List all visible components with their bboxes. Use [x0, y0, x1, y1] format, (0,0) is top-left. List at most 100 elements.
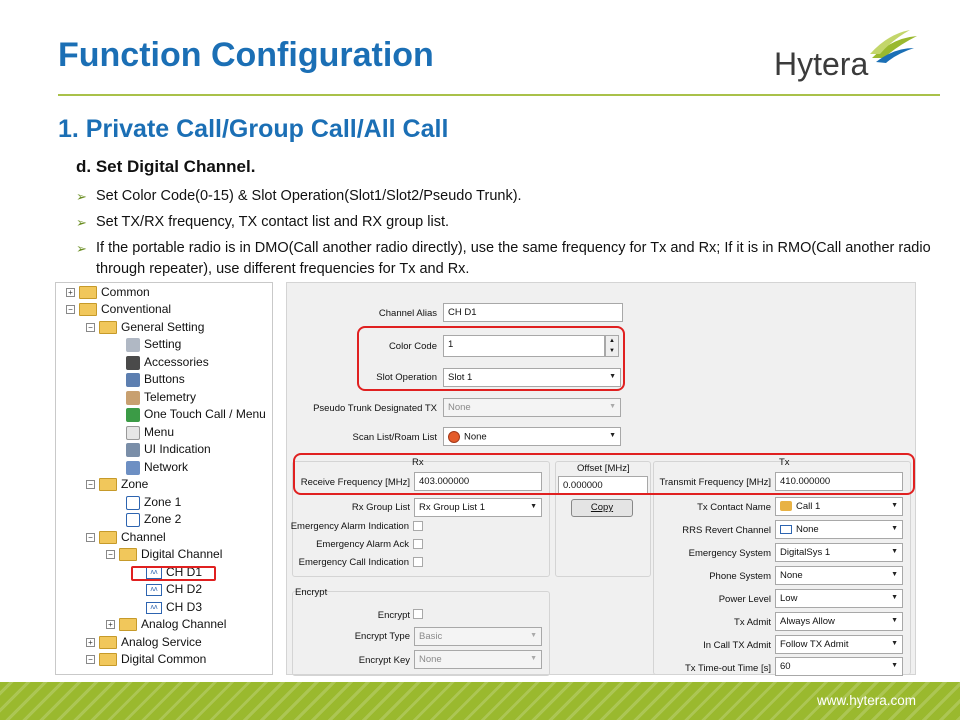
collapse-icon[interactable]: − [86, 533, 95, 542]
phone-system-select[interactable]: None [775, 566, 903, 585]
bullet-item: ➢ Set TX/RX frequency, TX contact list an… [76, 212, 936, 233]
phone-system-label: Phone System [709, 571, 771, 582]
tree-item-label: Zone 2 [144, 512, 182, 526]
buttons-icon [126, 372, 140, 387]
tree-item-buttons[interactable]: Buttons [126, 371, 185, 388]
telemetry-icon [126, 390, 140, 405]
network-icon [126, 460, 140, 475]
collapse-icon[interactable]: − [86, 655, 95, 664]
encrypt-checkbox[interactable] [413, 609, 423, 619]
tree-item-zone-1[interactable]: Zone 1 [126, 494, 181, 511]
emergency-system-label: Emergency System [688, 548, 771, 559]
tree-item-setting[interactable]: Setting [126, 336, 181, 353]
tx-admit-select[interactable]: Always Allow [775, 612, 903, 631]
arrow-bullet-icon: ➢ [76, 241, 87, 256]
expand-icon[interactable]: + [106, 620, 115, 629]
tree-item-label: Analog Service [121, 635, 202, 649]
scan-list-select[interactable]: None [443, 427, 621, 446]
tree-item-ch-d3[interactable]: ᴧᴧ CH D3 [146, 599, 202, 616]
folder-icon [99, 321, 117, 334]
header-divider [58, 94, 940, 96]
collapse-icon[interactable]: − [106, 550, 115, 559]
tree-item-analog-service[interactable]: + Analog Service [86, 634, 202, 651]
channel-alias-label: Channel Alias [378, 308, 437, 319]
bullet-text: Set TX/RX frequency, TX contact list and… [96, 214, 449, 230]
tx-admit-label: Tx Admit [734, 617, 771, 628]
folder-icon [79, 286, 97, 299]
expand-icon[interactable]: + [86, 638, 95, 647]
footer-url[interactable]: www.hytera.com [817, 693, 916, 708]
tree-item-digital-common[interactable]: − Digital Common [86, 651, 206, 668]
folder-icon [79, 303, 97, 316]
navigation-tree: + Common − Conventional − General Setting S… [55, 282, 273, 675]
tree-item-label: Digital Channel [141, 547, 223, 561]
tree-item-accessories[interactable]: Accessories [126, 354, 209, 371]
page-title: Function Configuration [58, 36, 434, 74]
encrypt-type-label: Encrypt Type [354, 631, 410, 642]
accessories-icon [126, 355, 140, 370]
channel-icon: ᴧᴧ [146, 601, 162, 614]
tree-item-telemetry[interactable]: Telemetry [126, 389, 196, 406]
tree-item-label: One Touch Call / Menu [144, 407, 266, 421]
emergency-call-indication-label: Emergency Call Indication [298, 557, 409, 568]
tree-item-one-touch-call[interactable]: One Touch Call / Menu [126, 406, 266, 423]
tx-contact-name-select[interactable]: Call 1 [775, 497, 903, 516]
folder-icon [99, 636, 117, 649]
tree-item-zone[interactable]: − Zone [86, 476, 148, 493]
encrypt-key-select[interactable]: None [414, 650, 542, 669]
tree-item-zone-2[interactable]: Zone 2 [126, 511, 181, 528]
tx-timeout-label: Tx Time-out Time [s] [684, 663, 771, 674]
encrypt-type-select[interactable]: Basic [414, 627, 542, 646]
highlight-box [357, 326, 625, 391]
tree-item-label: General Setting [121, 320, 205, 334]
arrow-bullet-icon: ➢ [76, 215, 87, 230]
tree-item-ui-indication[interactable]: UI Indication [126, 441, 211, 458]
highlight-box [293, 453, 915, 495]
rrs-revert-select[interactable]: None [775, 520, 903, 539]
in-call-tx-admit-select[interactable]: Follow TX Admit [775, 635, 903, 654]
tree-item-common[interactable]: + Common [66, 284, 150, 301]
tree-item-label: Setting [144, 337, 182, 351]
tree-item-general-setting[interactable]: − General Setting [86, 319, 204, 336]
highlight-box [131, 566, 216, 581]
tree-item-label: Buttons [144, 372, 185, 386]
emergency-system-select[interactable]: DigitalSys 1 [775, 543, 903, 562]
contact-icon [780, 501, 792, 512]
encrypt-key-label: Encrypt Key [358, 655, 410, 666]
rx-group-list-select[interactable]: Rx Group List 1 [414, 498, 542, 517]
emergency-alarm-indication-checkbox[interactable] [413, 521, 423, 531]
copy-button[interactable]: Copy [571, 499, 633, 517]
bullet-text: If the portable radio is in DMO(Call ano… [96, 240, 931, 277]
tree-item-digital-channel[interactable]: − Digital Channel [106, 546, 222, 563]
tx-timeout-select[interactable]: 60 [775, 657, 903, 676]
tree-item-label: Analog Channel [141, 617, 227, 631]
tx-contact-name-value: Call 1 [796, 501, 821, 512]
folder-icon [99, 478, 117, 491]
tree-item-label: Zone 1 [144, 495, 182, 509]
collapse-icon[interactable]: − [66, 305, 75, 314]
collapse-icon[interactable]: − [86, 480, 95, 489]
tree-item-label: Telemetry [144, 390, 197, 404]
emergency-alarm-ack-checkbox[interactable] [413, 539, 423, 549]
expand-icon[interactable]: + [66, 288, 75, 297]
zone-icon [126, 512, 140, 527]
step-heading: d. Set Digital Channel. [76, 157, 256, 176]
tree-item-menu[interactable]: Menu [126, 424, 174, 441]
tree-item-analog-channel[interactable]: + Analog Channel [106, 616, 226, 633]
folder-icon [99, 531, 117, 544]
tree-item-label: Channel [121, 530, 166, 544]
power-level-select[interactable]: Low [775, 589, 903, 608]
folder-icon [119, 618, 137, 631]
zone-icon [126, 495, 140, 510]
pseudo-trunk-select[interactable]: None [443, 398, 621, 417]
scan-list-label: Scan List/Roam List [352, 432, 437, 443]
rx-group-list-label: Rx Group List [351, 502, 410, 513]
tree-item-ch-d2[interactable]: ᴧᴧ CH D2 [146, 581, 202, 598]
tree-item-network[interactable]: Network [126, 459, 188, 476]
tree-item-conventional[interactable]: − Conventional [66, 301, 171, 318]
emergency-call-indication-checkbox[interactable] [413, 557, 423, 567]
collapse-icon[interactable]: − [86, 323, 95, 332]
channel-alias-input[interactable]: CH D1 [443, 303, 623, 322]
channel-icon [780, 524, 792, 534]
tree-item-channel[interactable]: − Channel [86, 529, 166, 546]
